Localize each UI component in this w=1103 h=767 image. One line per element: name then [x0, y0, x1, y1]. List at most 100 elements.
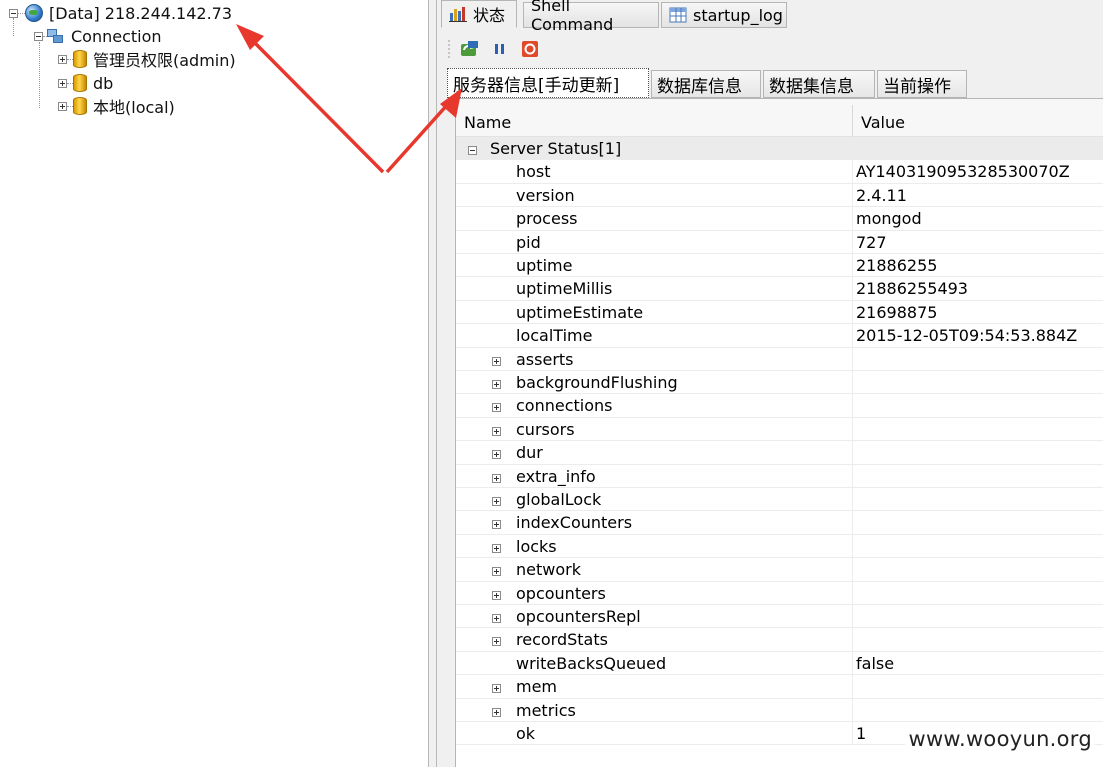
db-label: 管理员权限(admin): [93, 51, 236, 70]
expand-icon[interactable]: [492, 450, 501, 460]
watermark: www.wooyun.org: [905, 727, 1095, 751]
property-name: opcounters: [516, 583, 606, 603]
expand-icon[interactable]: [58, 101, 67, 111]
expand-icon[interactable]: [492, 473, 501, 483]
property-value: 21698875: [856, 302, 938, 322]
db-label: 本地(local): [93, 98, 175, 117]
subtab-label: 当前操作: [883, 76, 951, 97]
subtab-collection-info[interactable]: 数据集信息: [763, 70, 875, 98]
stop-icon[interactable]: [521, 40, 539, 58]
property-row[interactable]: metrics: [456, 698, 1103, 722]
main-pane: 状态 Shell Command startup_log 服务器信息[手动更新]…: [437, 0, 1103, 767]
property-value: mongod: [856, 209, 922, 229]
subtab-database-info[interactable]: 数据库信息: [651, 70, 761, 98]
property-row[interactable]: opcountersRepl: [456, 605, 1103, 629]
property-row[interactable]: uptimeEstimate 21698875: [456, 300, 1103, 325]
db-label: db: [93, 73, 114, 93]
tree-connection-label: Connection: [71, 26, 162, 46]
tree-db-admin[interactable]: 管理员权限(admin): [58, 48, 236, 70]
collapse-icon[interactable]: [34, 31, 43, 41]
property-value: 2.4.11: [856, 185, 907, 205]
tab-label: Shell Command: [531, 0, 614, 34]
property-name: ok: [516, 724, 536, 743]
property-row[interactable]: dur: [456, 441, 1103, 465]
expand-icon[interactable]: [492, 707, 501, 717]
property-row[interactable]: uptime 21886255: [456, 254, 1103, 278]
section-row[interactable]: Server Status[1]: [456, 137, 1103, 161]
tree-db-local[interactable]: 本地(local): [58, 95, 175, 117]
expand-icon[interactable]: [492, 380, 501, 389]
collapse-icon[interactable]: [9, 8, 18, 18]
subtab-label: 服务器信息[手动更新]: [453, 75, 620, 96]
property-name: localTime: [516, 326, 593, 346]
expand-icon[interactable]: [492, 567, 501, 577]
expand-icon[interactable]: [492, 426, 501, 436]
subtab-server-info[interactable]: 服务器信息[手动更新]: [447, 68, 649, 98]
property-row[interactable]: asserts: [456, 347, 1103, 371]
subtab-label: 数据库信息: [657, 76, 742, 97]
tree-connection[interactable]: Connection: [34, 25, 162, 47]
pause-icon[interactable]: [491, 40, 509, 58]
expand-icon[interactable]: [492, 520, 501, 530]
property-value: AY140319095328530070Z: [856, 162, 1070, 182]
property-row[interactable]: pid 727: [456, 230, 1103, 254]
property-row[interactable]: indexCounters: [456, 511, 1103, 535]
collapse-icon[interactable]: [468, 146, 477, 155]
property-row[interactable]: writeBacksQueued false: [456, 651, 1103, 676]
expand-icon[interactable]: [492, 543, 501, 553]
property-row[interactable]: opcounters: [456, 581, 1103, 605]
refresh-icon[interactable]: [459, 40, 478, 58]
property-row[interactable]: extra_info: [456, 464, 1103, 488]
property-name: metrics: [516, 700, 576, 720]
server-globe-icon: [25, 4, 43, 22]
property-row[interactable]: network: [456, 558, 1103, 582]
expand-icon[interactable]: [492, 684, 501, 694]
property-row[interactable]: host AY140319095328530070Z: [456, 160, 1103, 184]
property-row[interactable]: version 2.4.11: [456, 183, 1103, 208]
property-name: host: [516, 162, 551, 182]
property-row[interactable]: uptimeMillis 21886255493: [456, 277, 1103, 301]
property-name: writeBacksQueued: [516, 653, 667, 673]
table-icon: [669, 7, 687, 23]
tab-status[interactable]: 状态: [441, 0, 517, 28]
expand-icon[interactable]: [492, 637, 501, 647]
property-name: opcountersRepl: [516, 607, 641, 626]
expand-icon[interactable]: [492, 614, 501, 623]
subtab-current-ops[interactable]: 当前操作: [877, 70, 967, 98]
database-icon: [73, 74, 87, 92]
connection-icon: [47, 27, 65, 45]
property-name: mem: [516, 677, 558, 697]
property-value: 21886255493: [856, 279, 968, 299]
pane-splitter[interactable]: [428, 0, 437, 767]
property-row[interactable]: backgroundFlushing: [456, 371, 1103, 395]
property-value: 1: [856, 724, 867, 743]
tab-startup-log[interactable]: startup_log: [661, 2, 787, 28]
tree-root[interactable]: [Data] 218.244.142.73: [9, 2, 232, 24]
expand-icon[interactable]: [492, 590, 501, 600]
tab-label: 状态: [473, 6, 506, 25]
property-name: globalLock: [516, 490, 602, 509]
database-icon: [73, 50, 87, 68]
property-row[interactable]: process mongod: [456, 207, 1103, 231]
expand-icon[interactable]: [58, 78, 67, 88]
property-row[interactable]: locks: [456, 534, 1103, 559]
column-header-name[interactable]: Name: [456, 99, 852, 137]
expand-icon[interactable]: [58, 54, 67, 64]
expand-icon[interactable]: [492, 497, 501, 506]
property-row[interactable]: localTime 2015-12-05T09:54:53.884Z: [456, 324, 1103, 348]
property-row[interactable]: cursors: [456, 417, 1103, 442]
tree-db-db[interactable]: db: [58, 72, 113, 94]
property-name: uptimeEstimate: [516, 302, 644, 322]
property-row[interactable]: recordStats: [456, 628, 1103, 652]
expand-icon[interactable]: [492, 356, 501, 366]
property-row[interactable]: globalLock: [456, 488, 1103, 512]
property-name: asserts: [516, 349, 574, 369]
property-row[interactable]: connections: [456, 394, 1103, 418]
property-row[interactable]: mem: [456, 675, 1103, 699]
column-header-value[interactable]: Value: [853, 99, 1103, 137]
property-value: false: [856, 653, 895, 673]
grid-header: Name Value: [456, 99, 1103, 137]
tab-shell-command[interactable]: Shell Command: [523, 0, 659, 34]
property-value: 727: [856, 232, 887, 252]
expand-icon[interactable]: [492, 403, 501, 413]
